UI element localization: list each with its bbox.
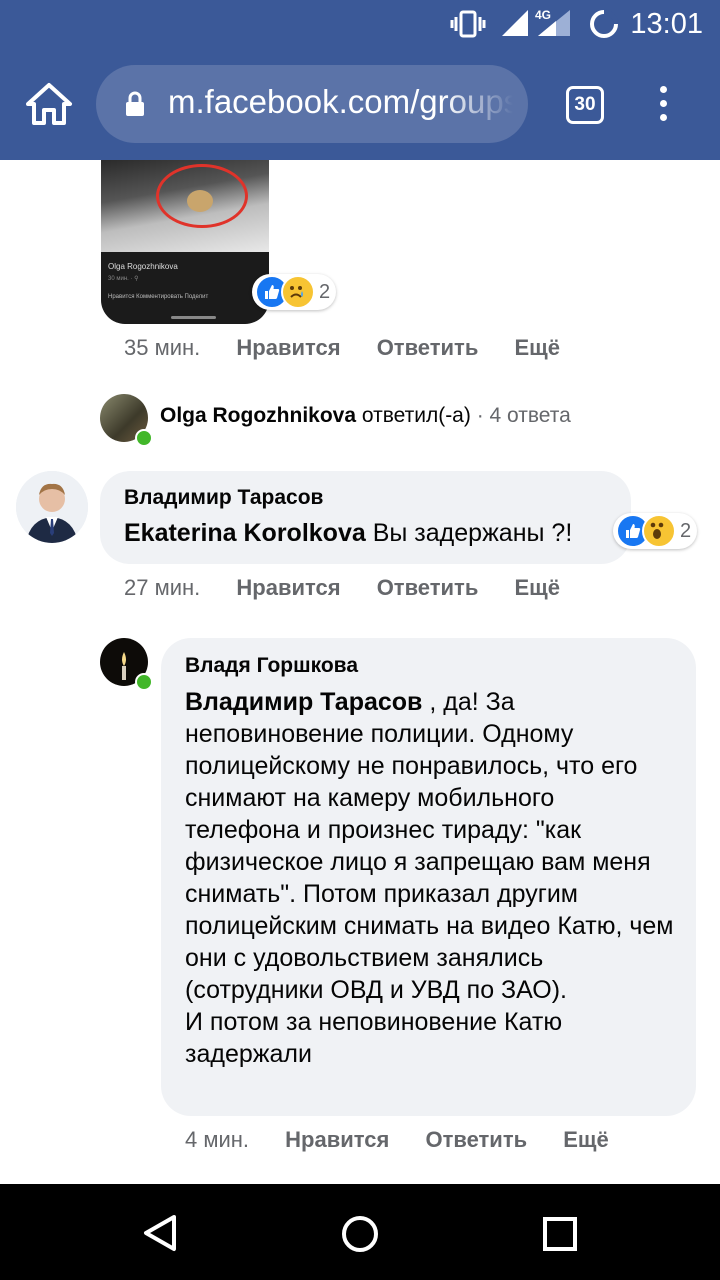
more-link[interactable]: Ещё bbox=[563, 1127, 608, 1152]
comment-actions: 4 мин. Нравится Ответить Ещё bbox=[185, 1127, 609, 1153]
mention-link[interactable]: Владимир Тарасов bbox=[185, 688, 422, 716]
reply-author: Olga Rogozhnikova bbox=[160, 404, 357, 427]
reply-link[interactable]: Ответить bbox=[377, 575, 479, 600]
more-link[interactable]: Ещё bbox=[514, 575, 559, 600]
url-text: m.facebook.com/groups bbox=[168, 83, 513, 120]
like-link[interactable]: Нравится bbox=[236, 575, 340, 600]
comment-actions: 27 мин. Нравится Ответить Ещё bbox=[124, 575, 560, 601]
comment-author[interactable]: Владя Горшкова bbox=[185, 654, 358, 678]
sad-reaction-icon bbox=[281, 275, 315, 309]
comment-time: 27 мин. bbox=[124, 575, 201, 600]
address-bar[interactable]: m.facebook.com/groups bbox=[96, 65, 528, 143]
reply-link[interactable]: Ответить bbox=[425, 1127, 527, 1152]
reply-link[interactable]: Ответить bbox=[377, 335, 479, 360]
view-replies-link[interactable]: Olga Rogozhnikova ответил(-а) · 4 ответа bbox=[160, 404, 571, 428]
online-indicator bbox=[135, 673, 153, 691]
reaction-count: 2 bbox=[319, 280, 331, 303]
home-nav-icon[interactable] bbox=[340, 1214, 380, 1254]
signal-icon bbox=[502, 10, 528, 36]
comment-text: Владимир Тарасов , да! За неповиновение … bbox=[185, 688, 674, 1068]
comment-actions: 35 мин. Нравится Ответить Ещё bbox=[124, 335, 560, 361]
reactions-summary[interactable]: 2 bbox=[613, 513, 698, 549]
comment-bubble: Владя Горшкова Владимир Тарасов , да! За… bbox=[161, 638, 696, 1116]
reply-count: · 4 ответа bbox=[476, 404, 571, 427]
lock-icon bbox=[126, 91, 144, 116]
vibrate-icon bbox=[450, 10, 486, 38]
like-link[interactable]: Нравится bbox=[285, 1127, 389, 1152]
image-caption-actions: Нравится Комментировать Поделит bbox=[108, 294, 209, 300]
more-link[interactable]: Ещё bbox=[514, 335, 559, 360]
wow-reaction-icon bbox=[642, 514, 676, 548]
like-link[interactable]: Нравится bbox=[236, 335, 340, 360]
signal-strength-icon bbox=[538, 10, 570, 36]
overflow-menu-icon[interactable] bbox=[656, 86, 670, 126]
reactions-summary[interactable]: 2 bbox=[252, 274, 337, 310]
clock: 13:01 bbox=[630, 8, 703, 40]
comment-time: 35 мин. bbox=[124, 335, 201, 360]
tab-switcher-button[interactable]: 30 bbox=[566, 86, 604, 124]
image-caption-time: 30 мин. · ⚲ bbox=[108, 276, 139, 282]
comment-text: Ekaterina Korolkova Вы задержаны ?! bbox=[124, 519, 573, 547]
mention-link[interactable]: Ekaterina Korolkova bbox=[124, 519, 366, 547]
avatar[interactable] bbox=[16, 471, 88, 543]
reaction-count: 2 bbox=[680, 519, 692, 542]
data-saver-icon bbox=[590, 9, 619, 38]
comment-time: 4 мин. bbox=[185, 1127, 250, 1152]
home-icon[interactable] bbox=[24, 82, 74, 126]
online-indicator bbox=[135, 429, 153, 447]
status-bar: 4G 13:01 bbox=[0, 0, 720, 48]
comment-author[interactable]: Владимир Тарасов bbox=[124, 486, 323, 510]
image-caption-name: Olga Rogozhnikova bbox=[108, 262, 178, 271]
comment-image-thumbnail[interactable]: Olga Rogozhnikova 30 мин. · ⚲ Нравится К… bbox=[101, 160, 269, 324]
recents-icon[interactable] bbox=[542, 1216, 578, 1252]
back-icon[interactable] bbox=[140, 1214, 180, 1252]
comment-bubble: Владимир Тарасов Ekaterina Korolkova Вы … bbox=[100, 471, 631, 564]
system-navigation-bar bbox=[0, 1184, 720, 1280]
browser-header: 4G 13:01 m.facebook.com/groups 30 bbox=[0, 0, 720, 160]
